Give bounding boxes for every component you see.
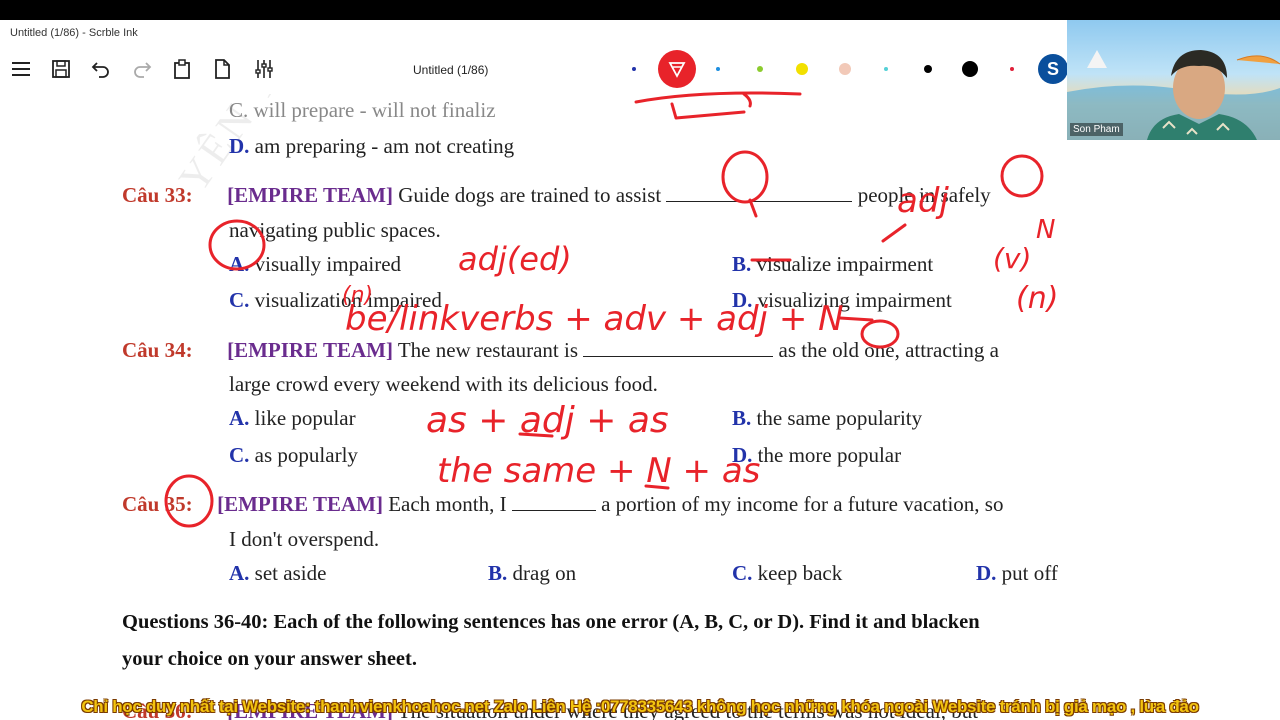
undo-button[interactable] [88, 56, 114, 82]
option-letter: B. [732, 406, 752, 430]
option-text: keep back [757, 561, 843, 585]
app-logo: S [1038, 54, 1068, 84]
q34-option-d[interactable]: D. the more popular [732, 443, 901, 468]
color-swatch[interactable] [962, 61, 978, 77]
color-swatch[interactable] [839, 63, 851, 75]
presenter-name: Son Pham [1070, 123, 1123, 136]
team-tag: [EMPIRE TEAM] [227, 338, 393, 362]
menu-button[interactable] [8, 56, 34, 82]
option-text: the more popular [757, 443, 902, 467]
page-icon [215, 59, 230, 79]
question-number: Câu 34: [122, 338, 193, 362]
promo-banner: Chỉ học duy nhất tại Website: thanhvienk… [81, 697, 1199, 716]
settings-button[interactable] [251, 56, 277, 82]
document-page[interactable]: YÊN THI PHẠM QUANG LỤC C. will prepare -… [0, 94, 1280, 720]
new-page-button[interactable] [209, 56, 235, 82]
option-letter: D. [732, 443, 753, 467]
color-swatch[interactable] [1010, 67, 1014, 71]
q35-option-d[interactable]: D. put off [976, 561, 1058, 586]
question-33-line1: Câu 33: [EMPIRE TEAM] Guide dogs are tra… [122, 183, 991, 208]
question-33-line2: navigating public spaces. [229, 218, 441, 242]
q33-option-b[interactable]: B. visualize impairment [732, 252, 933, 277]
clipboard-icon [174, 59, 190, 79]
question-number: Câu 33: [122, 183, 193, 207]
prev-option-d: D. am preparing - am not creating [229, 134, 514, 159]
question-text: The new restaurant is [397, 338, 579, 362]
q35-option-a[interactable]: A. set aside [229, 561, 326, 586]
question-number: Câu 35: [122, 492, 193, 516]
question-35-line1: Câu 35: [EMPIRE TEAM] Each month, I a po… [122, 492, 1003, 517]
webcam-overlay: Son Pham [1067, 20, 1280, 140]
option-letter: D. [732, 288, 753, 312]
answer-blank [511, 494, 596, 511]
question-text: as the old one, attracting a [778, 338, 999, 362]
option-text: as popularly [254, 443, 358, 467]
q35-option-c[interactable]: C. keep back [732, 561, 842, 586]
option-letter: B. [488, 561, 508, 585]
q35-option-b[interactable]: B. drag on [488, 561, 576, 586]
q33-option-a[interactable]: A. visually impaired [229, 252, 401, 277]
option-text: visually impaired [254, 252, 402, 276]
redo-icon [134, 62, 152, 78]
option-text: am preparing - am not creating [254, 134, 515, 158]
option-text: the same popularity [756, 406, 923, 430]
option-letter: D. [976, 561, 997, 585]
app-window: Untitled (1/86) - Scrble Ink Untitled (1… [0, 20, 1280, 720]
section-heading-line2: your choice on your answer sheet. [122, 648, 417, 670]
redo-button[interactable] [129, 56, 155, 82]
logo-s-icon: S [1046, 58, 1059, 79]
pen-tool-button[interactable] [658, 50, 696, 88]
answer-blank [666, 185, 853, 202]
option-text: like popular [254, 406, 356, 430]
color-swatch[interactable] [884, 67, 888, 71]
option-letter: A. [229, 561, 250, 585]
option-letter: A. [229, 252, 250, 276]
q34-option-b[interactable]: B. the same popularity [732, 406, 922, 431]
question-34-line2: large crowd every weekend with its delic… [229, 372, 658, 396]
presenter-video [1067, 50, 1280, 140]
window-title: Untitled (1/86) - Scrble Ink [10, 27, 138, 39]
color-swatch[interactable] [716, 67, 720, 71]
sliders-icon [255, 60, 273, 78]
paste-button[interactable] [169, 56, 195, 82]
hamburger-icon [12, 62, 30, 76]
color-swatch[interactable] [632, 67, 636, 71]
option-letter: C. [229, 443, 250, 467]
section-heading-line1: Questions 36-40: Each of the following s… [122, 611, 980, 633]
question-text: Each month, I [388, 492, 507, 516]
question-35-line2: I don't overspend. [229, 527, 380, 551]
question-text: people in safely [857, 183, 991, 207]
option-letter: C. [229, 288, 250, 312]
color-swatch[interactable] [796, 63, 808, 75]
color-swatch[interactable] [757, 66, 763, 72]
answer-blank [583, 340, 774, 357]
document-title: Untitled (1/86) [413, 63, 489, 77]
option-letter: D. [229, 134, 250, 158]
team-tag: [EMPIRE TEAM] [217, 492, 383, 516]
option-letter: A. [229, 406, 250, 430]
q34-option-a[interactable]: A. like popular [229, 406, 356, 431]
question-text: Guide dogs are trained to assist [398, 183, 662, 207]
save-icon [52, 60, 70, 78]
q34-option-c[interactable]: C. as popularly [229, 443, 358, 468]
q33-option-d[interactable]: D. visualizing impairment [732, 288, 952, 313]
option-letter: B. [732, 252, 752, 276]
save-button[interactable] [48, 56, 74, 82]
question-34-line1: Câu 34: [EMPIRE TEAM] The new restaurant… [122, 338, 999, 363]
team-tag: [EMPIRE TEAM] [227, 183, 393, 207]
question-text: a portion of my income for a future vaca… [601, 492, 1004, 516]
undo-icon [91, 62, 109, 78]
option-text: visualization impaired [254, 288, 442, 312]
option-text: set aside [254, 561, 327, 585]
option-text: visualize impairment [756, 252, 934, 276]
option-text: put off [1001, 561, 1058, 585]
color-swatch[interactable] [924, 65, 932, 73]
q33-option-c[interactable]: C. visualization impaired [229, 288, 442, 313]
prev-option-c: C. will prepare - will not finaliz [229, 98, 496, 122]
option-text: visualizing impairment [757, 288, 952, 312]
option-text: drag on [512, 561, 577, 585]
option-letter: C. [732, 561, 753, 585]
pen-icon [668, 62, 686, 78]
